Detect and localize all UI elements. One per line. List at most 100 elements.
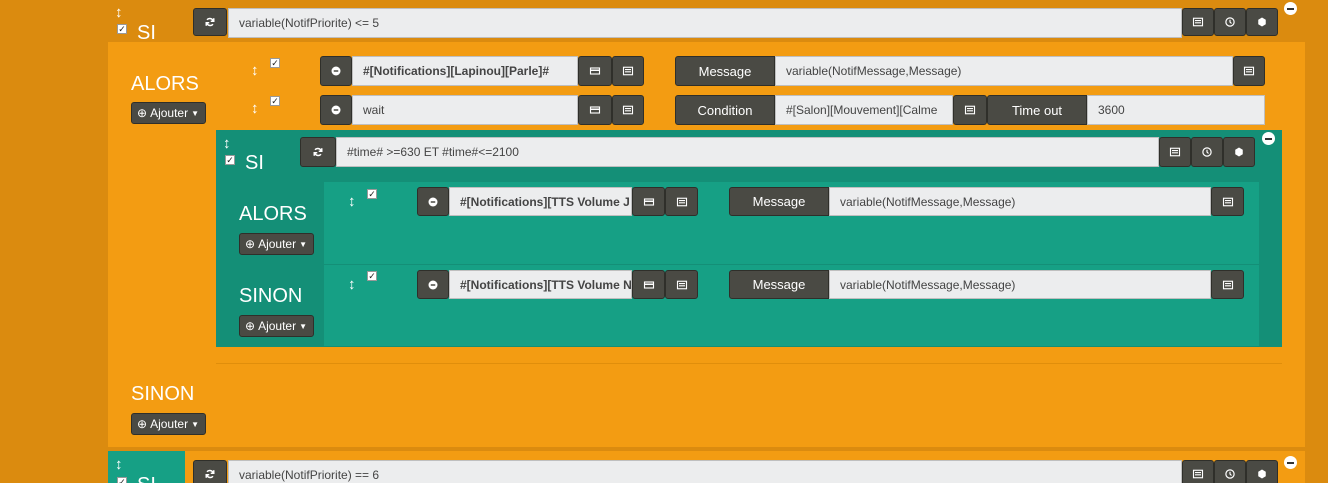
list-button[interactable] [953,95,987,125]
command-input[interactable]: #[Notifications][TTS Volume J [449,187,632,216]
ajouter-button[interactable]: ⊕ Ajouter ▼ [239,315,314,337]
param-label: Message [729,187,829,216]
list-button[interactable] [1182,8,1214,36]
remove-action-button[interactable] [320,95,352,125]
timeout-input[interactable]: 3600 [1087,95,1265,125]
cube-button[interactable] [1223,137,1255,167]
list-button[interactable] [1159,137,1191,167]
list-icon [622,105,634,115]
enable-checkbox[interactable]: ✓ [117,477,127,483]
caret-down-icon: ▼ [191,419,200,429]
minus-circle-icon [428,280,438,289]
timeout-label: Time out [987,95,1087,125]
plus-circle-icon: ⊕ [137,417,148,431]
refresh-icon [313,147,323,157]
alors-label: ALORS [131,73,199,95]
list-button[interactable] [1233,56,1265,86]
refresh-icon [205,17,215,27]
list-button[interactable] [1211,270,1244,299]
list-button[interactable] [1182,460,1214,483]
list-icon [1222,280,1233,289]
ajouter-button[interactable]: ⊕ Ajouter ▼ [131,413,206,435]
refresh-icon [205,469,215,479]
param-label: Message [675,56,775,86]
list-button[interactable] [612,95,644,125]
select-cmd-button[interactable] [632,270,665,299]
history-button[interactable] [1214,8,1246,36]
list-icon [676,197,687,206]
history-button[interactable] [1191,137,1223,167]
remove-icon[interactable] [1284,456,1297,469]
refresh-button[interactable] [193,8,227,36]
caret-down-icon: ▼ [191,108,200,118]
list-icon [1169,147,1181,157]
card-icon [589,106,601,114]
list-button[interactable] [665,187,698,216]
select-cmd-button[interactable] [632,187,665,216]
ajouter-button[interactable]: ⊕ Ajouter ▼ [239,233,314,255]
cube-button[interactable] [1246,460,1278,483]
plus-circle-icon: ⊕ [245,319,256,333]
param-input[interactable]: variable(NotifMessage,Message) [829,187,1211,216]
select-cmd-button[interactable] [578,56,612,86]
list-button[interactable] [665,270,698,299]
remove-icon[interactable] [1284,2,1297,15]
card-icon [643,197,654,206]
move-handle-icon[interactable]: ↕ [115,457,123,472]
move-handle-icon[interactable]: ↕ [251,63,259,78]
ajouter-button[interactable]: ⊕ Ajouter ▼ [131,102,206,124]
list-button[interactable] [1211,187,1244,216]
condition-input[interactable]: #[Salon][Mouvement][Calme [775,95,953,125]
refresh-button[interactable] [193,460,227,483]
select-cmd-button[interactable] [578,95,612,125]
minus-circle-icon [331,105,341,115]
remove-action-button[interactable] [320,56,352,86]
move-handle-icon[interactable]: ↕ [115,5,123,20]
card-icon [643,280,654,289]
move-handle-icon[interactable]: ↕ [348,194,356,209]
command-input[interactable]: #[Notifications][TTS Volume N [449,270,632,299]
cube-button[interactable] [1246,8,1278,36]
cube-icon [1258,17,1266,27]
command-input[interactable]: wait [352,95,578,125]
enable-checkbox[interactable]: ✓ [117,24,127,34]
enable-checkbox[interactable]: ✓ [367,189,377,199]
condition-input[interactable]: #time# >=630 ET #time#<=2100 [336,137,1159,167]
sinon-label: SINON [131,383,195,405]
enable-checkbox[interactable]: ✓ [270,96,280,106]
remove-action-button[interactable] [417,270,449,299]
history-icon [1202,147,1212,157]
list-icon [1192,17,1204,27]
refresh-button[interactable] [300,137,336,167]
minus-circle-icon [428,197,438,206]
si-label: SI [137,474,156,483]
history-icon [1225,17,1235,27]
move-handle-icon[interactable]: ↕ [223,136,231,151]
caret-down-icon: ▼ [299,321,308,331]
param-input[interactable]: variable(NotifMessage,Message) [829,270,1211,299]
plus-circle-icon: ⊕ [245,237,256,251]
history-button[interactable] [1214,460,1246,483]
history-icon [1225,469,1235,479]
enable-checkbox[interactable]: ✓ [270,58,280,68]
list-button[interactable] [612,56,644,86]
remove-action-button[interactable] [417,187,449,216]
cube-icon [1258,469,1266,479]
param-input[interactable]: variable(NotifMessage,Message) [775,56,1233,86]
card-icon [589,67,601,75]
condition-input[interactable]: variable(NotifPriorite) <= 5 [228,8,1182,38]
divider [216,363,1282,364]
remove-icon[interactable] [1262,132,1275,145]
command-input[interactable]: #[Notifications][Lapinou][Parle]# [352,56,578,86]
enable-checkbox[interactable]: ✓ [225,155,235,165]
param-label: Message [729,270,829,299]
caret-down-icon: ▼ [299,239,308,249]
minus-circle-icon [331,66,341,76]
move-handle-icon[interactable]: ↕ [251,101,259,116]
list-icon [964,105,976,115]
condition-input[interactable]: variable(NotifPriorite) == 6 [228,460,1182,483]
list-icon [1243,66,1255,76]
move-handle-icon[interactable]: ↕ [348,277,356,292]
list-icon [676,280,687,289]
enable-checkbox[interactable]: ✓ [367,271,377,281]
